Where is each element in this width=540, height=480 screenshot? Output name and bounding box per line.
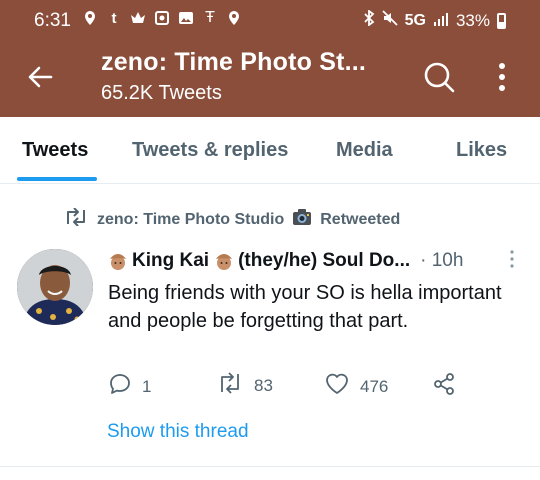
gallery-icon [178,10,194,26]
show-thread-link[interactable]: Show this thread [107,421,249,443]
retweet-context[interactable]: zeno: Time Photo Studio Retweeted [63,207,401,231]
author-name-rest: (they/he) Soul Do... [238,250,411,271]
app-square-icon [154,10,170,26]
location-pin-icon [226,10,242,26]
reply-button[interactable]: 1 [108,372,151,401]
back-arrow-icon[interactable] [26,63,54,91]
like-count: 476 [360,376,389,396]
tmobile-icon: Ŧ [205,9,215,26]
share-icon [432,372,456,401]
tweet-header[interactable]: King Kai (they/he) Soul Do... · 10h [108,250,463,272]
retweet-icon [216,372,244,399]
profile-tabs: Tweets Tweets & replies Media Likes [0,117,540,184]
system-status: 5G 33% [363,9,506,31]
reply-count: 1 [142,376,152,396]
retweeted-label: Retweeted [320,210,401,228]
battery-icon [497,12,506,29]
tab-tweets[interactable]: Tweets [22,139,88,162]
like-button[interactable]: 476 [324,372,388,401]
signal-icon [433,11,449,31]
avatar[interactable] [17,249,93,325]
location-pin-icon [82,10,98,26]
search-icon[interactable] [422,60,456,94]
tweet-actions: 1 83 476 [108,372,508,400]
cowboy-emoji-icon [214,251,234,271]
tweet-divider [0,466,540,467]
reply-icon [108,372,132,401]
bluetooth-icon [363,9,375,31]
active-tab-indicator [17,177,97,181]
status-time: 6:31 [34,10,71,31]
more-options-icon[interactable] [492,60,512,94]
tweet-time: · 10h [420,250,464,271]
retweeter-name: zeno: Time Photo Studio [97,210,285,228]
tweet-options-icon[interactable] [508,249,516,269]
camera-emoji-icon [292,208,312,231]
share-button[interactable] [432,372,456,401]
tab-tweets-replies[interactable]: Tweets & replies [132,139,288,162]
tweet-text: Being friends with your SO is hella impo… [108,282,502,332]
network-type: 5G [404,11,426,29]
tab-likes[interactable]: Likes [456,139,507,162]
profile-title: zeno: Time Photo St... [101,48,367,76]
retweet-icon [63,207,89,231]
retweet-button[interactable]: 83 [216,372,273,399]
author-name: King Kai [132,250,210,271]
status-bar: 6:31 t Ŧ 5G 33% [0,0,540,42]
battery-percent: 33% [455,10,490,30]
tweet-count: 65.2K Tweets [101,82,222,104]
app-header: 6:31 t Ŧ 5G 33% zeno: Time Photo St... 6… [0,0,540,117]
mute-icon [381,10,398,31]
retweet-count: 83 [254,375,273,395]
heart-icon [324,372,350,401]
notification-icons: t Ŧ [82,9,242,27]
tmobile-t-icon: t [111,9,117,27]
cowboy-emoji-icon [108,251,128,271]
tab-media[interactable]: Media [336,139,393,162]
crown-icon [130,10,146,26]
